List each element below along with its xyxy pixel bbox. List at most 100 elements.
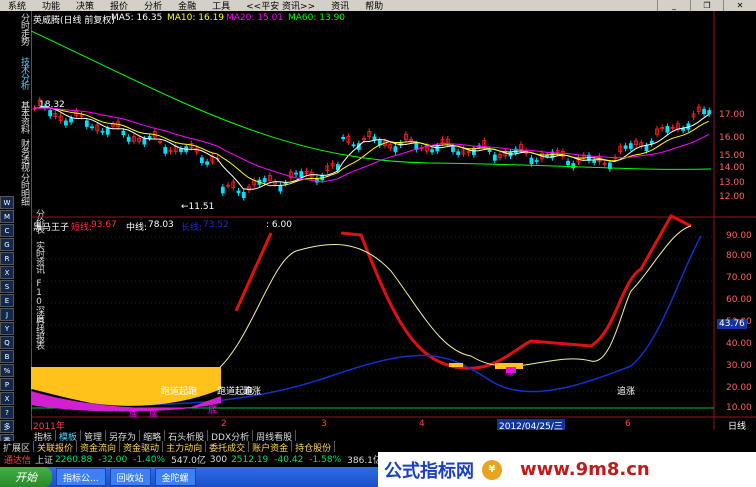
tab-save-as[interactable]: 另存为 <box>106 430 141 443</box>
time-m2: 2 <box>221 419 227 429</box>
menu-bar: 系统 功能 决策 报价 分析 金融 工具 <<平安 资讯>> 资讯 帮助 _ ❐… <box>0 0 756 12</box>
sh-label[interactable]: 上证 <box>35 453 53 466</box>
annotation-bottom4: 底 <box>505 368 515 378</box>
price-tick-12: 12.00 <box>719 192 745 202</box>
indicator-current-value: 43.76 <box>717 319 747 329</box>
icon-m[interactable]: M <box>0 210 14 223</box>
candle-body <box>435 145 440 152</box>
tab-weekly[interactable]: 周线看股 <box>253 430 297 443</box>
tab-basic[interactable]: 基本资料 <box>0 101 30 133</box>
candle-body <box>299 171 304 178</box>
mid-value: 78.03 <box>148 220 174 230</box>
short-value: 93.67 <box>91 220 117 230</box>
icon-x[interactable]: X <box>0 266 14 279</box>
icon-pct[interactable]: % <box>0 364 14 377</box>
icon-g[interactable]: G <box>0 238 14 251</box>
minimize-icon[interactable]: _ <box>657 0 690 11</box>
candle-body <box>199 157 204 164</box>
indicator-icon-column: W M C G R X S E J Y Q B % P X ? 多 季 <box>0 196 15 448</box>
tab-order-deal[interactable]: 委托成交 <box>206 441 250 454</box>
icon-c[interactable]: C <box>0 224 14 237</box>
idx300-label[interactable]: 300 <box>210 455 227 465</box>
icon-p[interactable]: P <box>0 378 14 391</box>
short-line-seg1 <box>234 232 273 312</box>
candle-body <box>205 161 210 165</box>
tab-position[interactable]: 持仓股份 <box>292 441 336 454</box>
tab-technical[interactable]: 技术分析 <box>0 57 30 89</box>
candle-body <box>69 118 74 123</box>
candle-body <box>471 148 476 156</box>
ind-tick-20: 20.00 <box>726 383 752 393</box>
candle-body <box>90 126 94 129</box>
start-button[interactable]: 开始 <box>0 467 52 487</box>
candle-body <box>628 143 633 149</box>
annotation-bottom2: 底 <box>149 410 159 420</box>
icon-s[interactable]: S <box>0 280 14 293</box>
idx300-pct: -1.58% <box>309 454 342 465</box>
candle-body <box>681 128 686 131</box>
candle-body <box>534 160 539 162</box>
icon-w[interactable]: W <box>0 196 14 209</box>
close-icon[interactable]: ✕ <box>723 0 756 11</box>
task-recycle-bin[interactable]: 回收站 <box>109 468 151 486</box>
icon-q[interactable]: Q <box>0 336 14 349</box>
icon-help[interactable]: ? <box>0 406 14 419</box>
extra-value: : 6.00 <box>266 220 292 230</box>
ind-tick-10: 10.00 <box>726 403 752 413</box>
icon-rsi[interactable]: R <box>0 252 14 265</box>
tab-intraday[interactable]: 分时走势 <box>0 13 30 45</box>
candle-body <box>163 147 168 154</box>
watermark-site-name: 公式指标网 <box>384 460 474 482</box>
sh-change: -32.00 <box>98 454 128 465</box>
low-price-label: ←11.51 <box>181 202 215 212</box>
ind-tick-70: 70.00 <box>726 273 752 283</box>
ind-tick-60: 60.00 <box>726 295 752 305</box>
tab-main-force[interactable]: 主力动向 <box>163 441 207 454</box>
candle-body <box>487 149 492 152</box>
tab-related-quote[interactable]: 关联报价 <box>34 441 78 454</box>
icon-x2[interactable]: X <box>0 392 14 405</box>
icon-multi[interactable]: 多 <box>0 420 14 433</box>
ind-tick-30: 30.00 <box>726 361 752 371</box>
task-indicator-window[interactable]: 指标公... <box>56 468 106 486</box>
candle-body <box>430 149 434 153</box>
time-m3: 3 <box>321 419 327 429</box>
tab-fund-drive[interactable]: 资金驱动 <box>120 441 164 454</box>
tab-fund-flow[interactable]: 资金流向 <box>77 441 121 454</box>
tab-manage[interactable]: 管理 <box>81 430 107 443</box>
tab-indicator[interactable]: 指标 <box>31 430 57 443</box>
icon-j[interactable]: J <box>0 308 14 321</box>
candle-body <box>665 126 670 133</box>
mid-label: 中线: <box>126 223 148 233</box>
candle-body <box>48 110 53 117</box>
icon-b[interactable]: B <box>0 350 14 363</box>
bottom-marker-1 <box>449 363 463 367</box>
price-tick-16: 16.00 <box>719 133 745 143</box>
icon-e[interactable]: E <box>0 294 14 307</box>
kline-chart-area[interactable]: 英威腾(日线 前复权) MA5: 16.35 MA10: 16.19 MA20:… <box>31 11 756 432</box>
tab-template[interactable]: 模板 <box>56 430 82 443</box>
annotation-chase2: 追涨 <box>617 387 636 397</box>
price-tick-14: 14.00 <box>719 163 745 173</box>
task-indicator-label: 指标公... <box>63 473 99 484</box>
candle-body <box>278 184 283 192</box>
task-recycle-label: 回收站 <box>116 473 144 484</box>
tab-extension[interactable]: 扩展区 <box>0 441 35 454</box>
tab-account[interactable]: 账户资金 <box>249 441 293 454</box>
candle-body <box>126 136 131 142</box>
tab-ddx[interactable]: DDX分析 <box>208 430 254 443</box>
icon-y[interactable]: Y <box>0 322 14 335</box>
restore-icon[interactable]: ❐ <box>690 0 723 11</box>
ma5-label: MA5: 16.35 <box>111 13 163 23</box>
candle-body <box>566 160 570 166</box>
candle-body <box>571 163 576 169</box>
candle-body <box>372 136 377 141</box>
annotation-chase: 追涨 <box>243 387 262 397</box>
tab-finance[interactable]: 财务透视 <box>0 139 30 171</box>
tab-stone-analysis[interactable]: 石头析股 <box>165 430 209 443</box>
tab-thumbnail[interactable]: 缩略 <box>140 430 166 443</box>
candle-body <box>529 157 534 165</box>
task-gold-gyro[interactable]: 金陀螺 <box>154 468 196 486</box>
watermark-url: www.9m8.cn <box>520 459 650 480</box>
annotation-bottom3: 底 <box>208 406 218 416</box>
